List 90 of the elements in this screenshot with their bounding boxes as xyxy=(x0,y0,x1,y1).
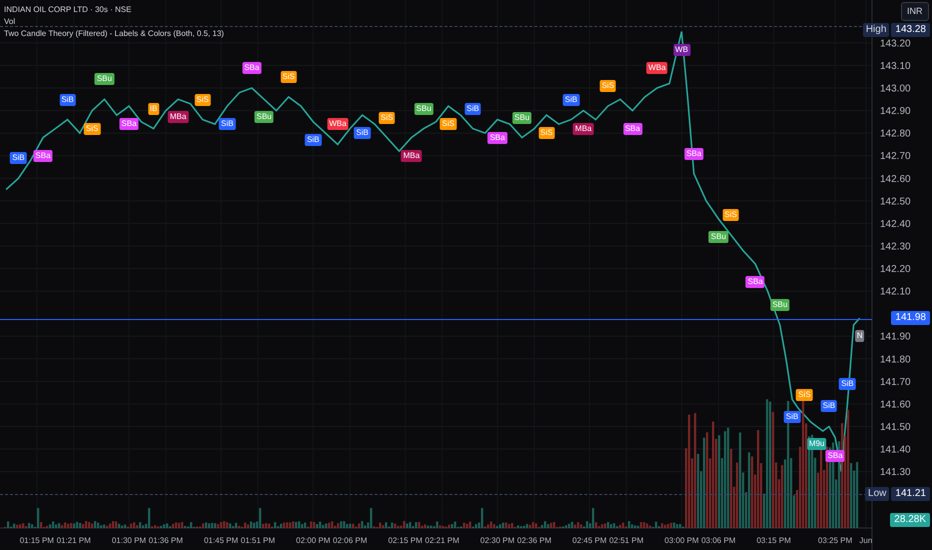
time-tick: 02:45 PM xyxy=(572,536,607,545)
price-tick: 141.90 xyxy=(880,332,911,343)
signal-label: SiS xyxy=(84,122,100,135)
price-tick: 141.30 xyxy=(880,467,911,478)
signal-label: SiB xyxy=(304,134,322,146)
time-tick: 02:36 PM xyxy=(517,536,552,545)
time-tick: 03:25 PM xyxy=(818,536,852,545)
signal-label: SiS xyxy=(280,71,297,84)
signal-label: MBa xyxy=(573,122,594,135)
price-tick: 141.70 xyxy=(880,376,911,388)
price-tick: 143.10 xyxy=(880,60,911,72)
signal-label: N xyxy=(854,330,865,342)
price-tick: 142.70 xyxy=(880,151,911,162)
signal-label: SBa xyxy=(746,276,765,288)
time-tick: 02:00 PM xyxy=(296,536,330,545)
time-tick: 02:51 PM xyxy=(609,536,644,545)
signal-label: SBa xyxy=(242,62,262,74)
price-tick: 142.60 xyxy=(880,174,911,185)
signal-label: SiB xyxy=(218,118,236,130)
signal-label: SBa xyxy=(488,132,507,144)
signal-label: SBu xyxy=(708,230,728,243)
signal-label: SiB xyxy=(59,94,76,106)
price-badge-label: Low xyxy=(865,487,890,501)
signal-label: SBa xyxy=(684,148,704,160)
indicator-label: Two Candle Theory (Filtered) - Labels & Colors (Both, 0.5, 13) xyxy=(4,28,224,39)
time-tick: 01:45 PM xyxy=(204,536,238,545)
volume-indicator-label: Vol xyxy=(4,16,16,27)
price-tick: 141.50 xyxy=(880,422,911,433)
time-tick: 03:00 PM xyxy=(664,536,699,545)
price-tick: 142.90 xyxy=(880,106,911,118)
signal-label: M9u xyxy=(806,438,826,450)
signal-label: SBa xyxy=(119,118,139,130)
price-tick: 142.40 xyxy=(880,218,911,230)
price-badge-label: High xyxy=(862,23,890,37)
currency-button[interactable]: INR xyxy=(901,2,928,21)
time-tick: 02:06 PM xyxy=(332,536,368,545)
signal-label: SiS xyxy=(378,112,396,124)
time-tick: 01:36 PM xyxy=(148,536,183,545)
signal-label: SiB xyxy=(839,378,856,390)
time-tick: 01:51 PM xyxy=(240,536,276,545)
time-tick: 03:15 PM xyxy=(756,536,791,545)
time-tick: 01:30 PM xyxy=(112,536,146,545)
signal-label: SiB xyxy=(820,400,838,412)
signal-label: SiB xyxy=(10,152,27,164)
signal-label: SiS xyxy=(440,118,456,130)
price-badge: 141.98 xyxy=(891,311,930,325)
price-badge: 28.28K xyxy=(890,513,930,527)
time-tick: 02:30 PM xyxy=(480,536,515,545)
time-tick: 02:21 PM xyxy=(425,536,460,545)
signal-label: SBa xyxy=(622,122,642,135)
signal-label: SiS xyxy=(796,389,813,402)
price-badge: 143.28 xyxy=(891,23,930,37)
signal-label: SBa xyxy=(33,150,53,162)
signal-label: SBu xyxy=(94,73,114,86)
price-tick: 142.20 xyxy=(880,264,911,276)
signal-label: SiS xyxy=(722,208,739,221)
time-tick: 02:15 PM xyxy=(388,536,422,545)
price-tick: 141.80 xyxy=(880,354,911,366)
price-tick: 142.30 xyxy=(880,241,911,252)
time-tick: 03:06 PM xyxy=(701,536,736,545)
signal-label: SBu xyxy=(512,112,532,124)
signal-label: SBa xyxy=(826,450,845,462)
time-tick: 01:21 PM xyxy=(56,536,91,545)
price-tick: 141.40 xyxy=(880,444,911,456)
signal-label: MBa xyxy=(168,111,188,124)
signal-label: WBa xyxy=(646,62,668,74)
signal-label: SiB xyxy=(354,127,371,140)
signal-label: SiB xyxy=(464,102,482,115)
signal-label: SiS xyxy=(600,80,616,92)
signal-label: IB xyxy=(148,102,160,115)
price-tick: 143.00 xyxy=(880,84,911,94)
price-badge: 141.21 xyxy=(891,487,930,501)
signal-label: SiS xyxy=(194,94,211,106)
price-tick: 141.60 xyxy=(880,399,911,410)
signal-label: SBu xyxy=(770,298,790,311)
signal-label: SiS xyxy=(538,127,555,140)
signal-label: WBa xyxy=(327,118,348,130)
signal-label: SBu xyxy=(254,111,274,124)
price-tick: 142.80 xyxy=(880,128,911,140)
signal-label: SiB xyxy=(562,94,580,106)
time-tick: Jun xyxy=(859,536,872,545)
price-tick: 143.20 xyxy=(880,38,911,50)
signal-label: SBu xyxy=(414,102,434,115)
time-tick: 01:15 PM xyxy=(20,536,54,545)
price-tick: 142.10 xyxy=(880,286,911,298)
signal-label: WB xyxy=(673,44,690,56)
signal-label: SiB xyxy=(784,411,800,424)
signal-label: MBa xyxy=(401,150,422,162)
price-tick: 142.50 xyxy=(880,196,911,208)
symbol-title: INDIAN OIL CORP LTD · 30s · NSE xyxy=(4,4,132,15)
